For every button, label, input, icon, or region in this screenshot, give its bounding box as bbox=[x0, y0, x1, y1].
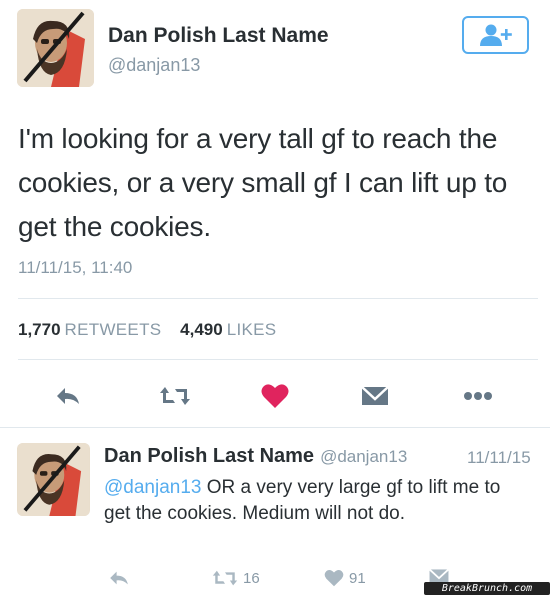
heart-icon bbox=[324, 569, 344, 587]
mention-link[interactable]: @danjan13 bbox=[104, 477, 201, 498]
reply-like-button[interactable]: 91 bbox=[324, 567, 384, 589]
reply-icon bbox=[57, 388, 79, 404]
reply-username[interactable]: @danjan13 bbox=[320, 447, 407, 466]
divider bbox=[18, 298, 538, 299]
divider bbox=[18, 359, 538, 360]
reply-like-count: 91 bbox=[349, 569, 366, 587]
reply-reply-button[interactable] bbox=[104, 568, 134, 588]
more-icon bbox=[464, 392, 492, 400]
reply-text: @danjan13 OR a very very large gf to lif… bbox=[104, 475, 529, 527]
username[interactable]: @danjan13 bbox=[108, 55, 200, 76]
likes-label[interactable]: LIKES bbox=[227, 320, 277, 339]
retweet-icon bbox=[212, 570, 238, 586]
tweet-timestamp[interactable]: 11/11/15, 11:40 bbox=[18, 258, 132, 278]
reply-retweet-button[interactable]: 16 bbox=[212, 567, 276, 589]
watermark-text: BreakBrunch.com bbox=[441, 583, 533, 594]
tweet-text: I'm looking for a very tall gf to reach … bbox=[18, 123, 508, 242]
reply-button[interactable] bbox=[52, 383, 84, 409]
follow-button[interactable] bbox=[462, 16, 529, 54]
watermark: BreakBrunch.com bbox=[424, 582, 550, 595]
display-name[interactable]: Dan Polish Last Name bbox=[108, 24, 329, 48]
envelope-icon bbox=[361, 386, 389, 405]
retweet-button[interactable] bbox=[158, 383, 192, 409]
reply-icon bbox=[110, 571, 128, 585]
retweets-label[interactable]: RETWEETS bbox=[65, 320, 162, 339]
heart-icon bbox=[261, 384, 289, 408]
reply-avatar[interactable] bbox=[17, 443, 90, 516]
retweet-count[interactable]: 1,770 bbox=[18, 320, 61, 339]
divider bbox=[0, 427, 550, 428]
retweet-icon bbox=[160, 387, 190, 405]
direct-message-button[interactable] bbox=[358, 383, 392, 409]
reply-display-name[interactable]: Dan Polish Last Name bbox=[104, 445, 314, 467]
tweet-stats: 1,770 RETWEETS 4,490 LIKES bbox=[18, 320, 290, 340]
reply-header: Dan Polish Last Name @danjan13 bbox=[104, 445, 407, 468]
reply-date[interactable]: 11/11/15 bbox=[467, 448, 531, 468]
avatar[interactable] bbox=[17, 9, 94, 87]
add-user-icon bbox=[479, 24, 512, 46]
reply-retweet-count: 16 bbox=[243, 569, 260, 587]
like-count[interactable]: 4,490 bbox=[180, 320, 223, 339]
like-button[interactable] bbox=[258, 381, 292, 411]
more-button[interactable] bbox=[458, 385, 498, 407]
